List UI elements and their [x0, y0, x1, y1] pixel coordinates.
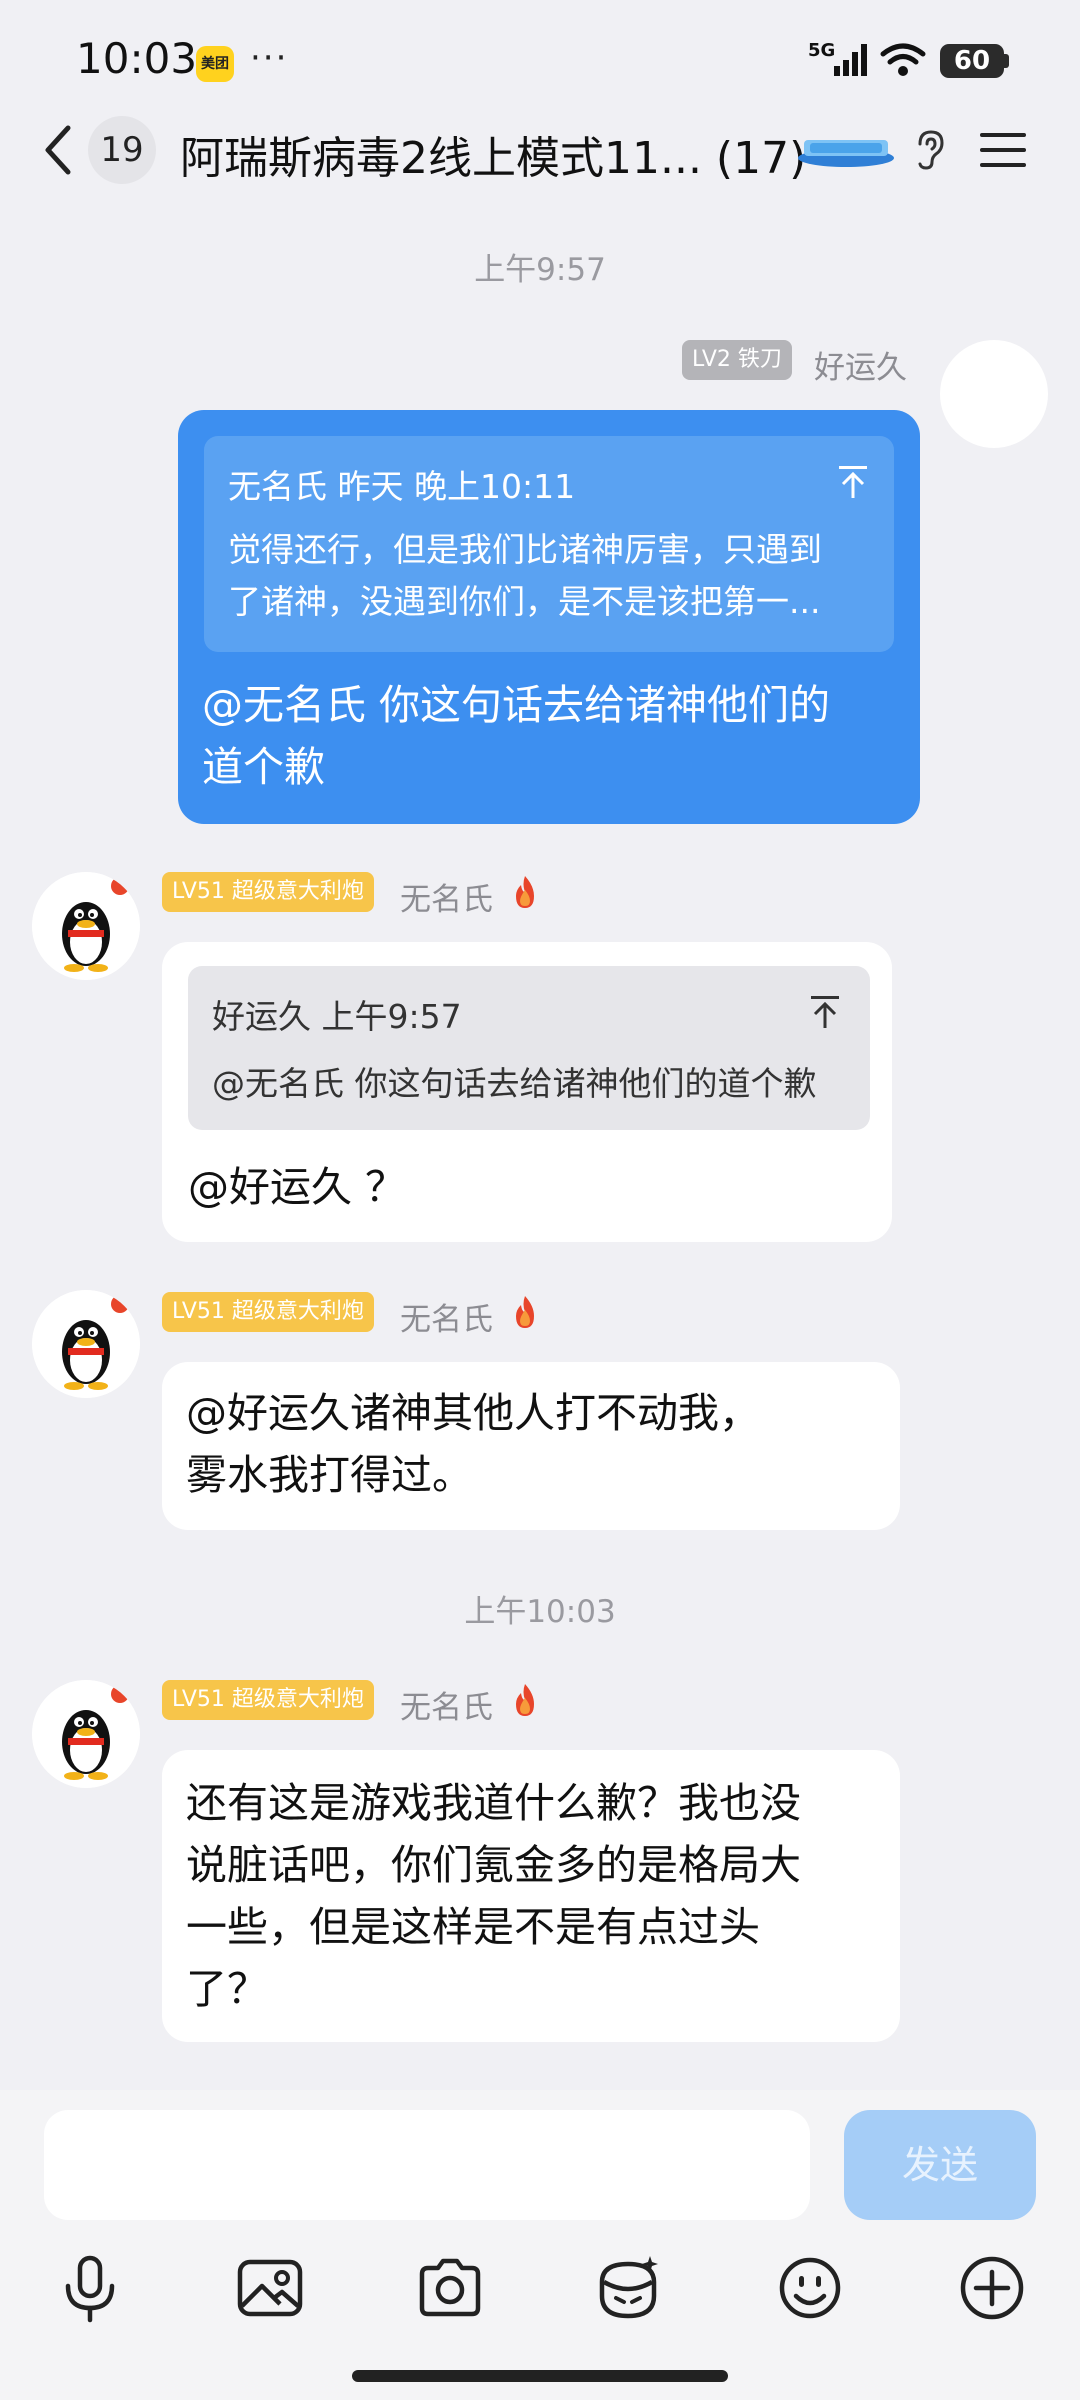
sender-name[interactable]: 无名氏 — [400, 874, 493, 919]
status-bar: 10:03 美团 ··· 5G 60 — [0, 0, 1080, 120]
battery-indicator: 60 — [940, 44, 1004, 78]
message-text-line: 雾水我打得过。 — [186, 1451, 473, 1499]
quote-text-line: 觉得还行，但是我们比诸神厉害，只遇到 — [228, 530, 822, 569]
level-badge: LV51 超级意大利炮 — [162, 1680, 374, 1720]
fire-icon — [516, 1684, 534, 1716]
status-time: 10:03 — [76, 34, 198, 83]
message-bubble-other[interactable]: 还有这是游戏我道什么歉？我也没 说脏话吧，你们氪金多的是格局大 一些，但是这样是… — [162, 1750, 900, 2042]
message-text-line: 说脏话吧，你们氪金多的是格局大 — [186, 1841, 801, 1889]
ear-icon[interactable] — [912, 128, 948, 172]
avatar[interactable] — [32, 1680, 140, 1788]
avatar[interactable] — [32, 872, 140, 980]
meituan-notification-icon: 美团 — [196, 46, 234, 82]
chat-header: 19 阿瑞斯病毒2线上模式11... (17) — [0, 110, 1080, 190]
unread-count-badge[interactable]: 19 — [88, 116, 156, 184]
quote-author-time: 好运久 上午9:57 — [212, 997, 462, 1036]
level-badge: LV2 铁刀 — [682, 340, 792, 380]
timestamp-separator: 上午10:03 — [464, 1594, 616, 1630]
sender-name[interactable]: 无名氏 — [400, 1294, 493, 1339]
message-text-line: 道个歉 — [202, 743, 325, 791]
image-icon[interactable] — [234, 2252, 306, 2324]
battery-tip — [1004, 54, 1009, 68]
message-bubble-self[interactable]: 无名氏 昨天 晚上10:11 觉得还行，但是我们比诸神厉害，只遇到 了诸神，没遇… — [178, 410, 920, 824]
quote-text-line: 了诸神，没遇到你们，是不是该把第一... — [228, 582, 821, 621]
quoted-message[interactable]: 好运久 上午9:57 @无名氏 你这句话去给诸神他们的道个歉 — [188, 966, 870, 1130]
message-bubble-other[interactable]: 好运久 上午9:57 @无名氏 你这句话去给诸神他们的道个歉 @好运久 ？ — [162, 942, 892, 1242]
message-text-line: 一些，但是这样是不是有点过头 — [186, 1903, 760, 1951]
message-input[interactable] — [44, 2110, 810, 2220]
red-packet-icon[interactable] — [592, 2252, 664, 2324]
chat-title[interactable]: 阿瑞斯病毒2线上模式11... (17) — [180, 122, 806, 186]
quoted-message[interactable]: 无名氏 昨天 晚上10:11 觉得还行，但是我们比诸神厉害，只遇到 了诸神，没遇… — [204, 436, 894, 652]
timestamp-separator: 上午9:57 — [474, 252, 606, 288]
microphone-icon[interactable] — [54, 2252, 126, 2324]
menu-icon[interactable] — [978, 130, 1028, 170]
avatar[interactable] — [940, 340, 1048, 448]
quote-author-time: 无名氏 昨天 晚上10:11 — [228, 467, 576, 506]
emoji-icon[interactable] — [774, 2252, 846, 2324]
message-text-line: @无名氏 你这句话去给诸神他们的 — [202, 681, 831, 729]
send-button[interactable]: 发送 — [844, 2110, 1036, 2220]
sender-name[interactable]: 无名氏 — [400, 1682, 493, 1727]
level-badge: LV51 超级意大利炮 — [162, 872, 374, 912]
fire-icon — [516, 1296, 534, 1328]
message-bubble-other[interactable]: @好运久诸神其他人打不动我， 雾水我打得过。 — [162, 1362, 900, 1530]
back-arrow-icon[interactable] — [38, 122, 78, 178]
level-badge: LV51 超级意大利炮 — [162, 1292, 374, 1332]
jump-to-original-icon[interactable] — [808, 994, 842, 1030]
message-text-line: 还有这是游戏我道什么歉？我也没 — [186, 1779, 801, 1827]
home-indicator[interactable] — [352, 2370, 728, 2382]
wifi-icon — [880, 43, 926, 76]
camera-icon[interactable] — [414, 2252, 486, 2324]
quote-text-line: @无名氏 你这句话去给诸神他们的道个歉 — [212, 1064, 817, 1103]
group-banner-icon[interactable] — [796, 134, 896, 168]
avatar[interactable] — [32, 1290, 140, 1398]
sender-name[interactable]: 好运久 — [814, 342, 907, 387]
signal-icon — [834, 44, 867, 76]
fire-icon — [516, 876, 534, 908]
message-text-line: 了？ — [186, 1965, 268, 2013]
message-text-line: @好运久 ？ — [188, 1163, 407, 1211]
input-area: 发送 — [0, 2090, 1080, 2400]
plus-icon[interactable] — [956, 2252, 1028, 2324]
more-notifications-dots: ··· — [250, 38, 289, 78]
message-text-line: @好运久诸神其他人打不动我， — [186, 1389, 760, 1437]
jump-to-original-icon[interactable] — [836, 464, 870, 500]
